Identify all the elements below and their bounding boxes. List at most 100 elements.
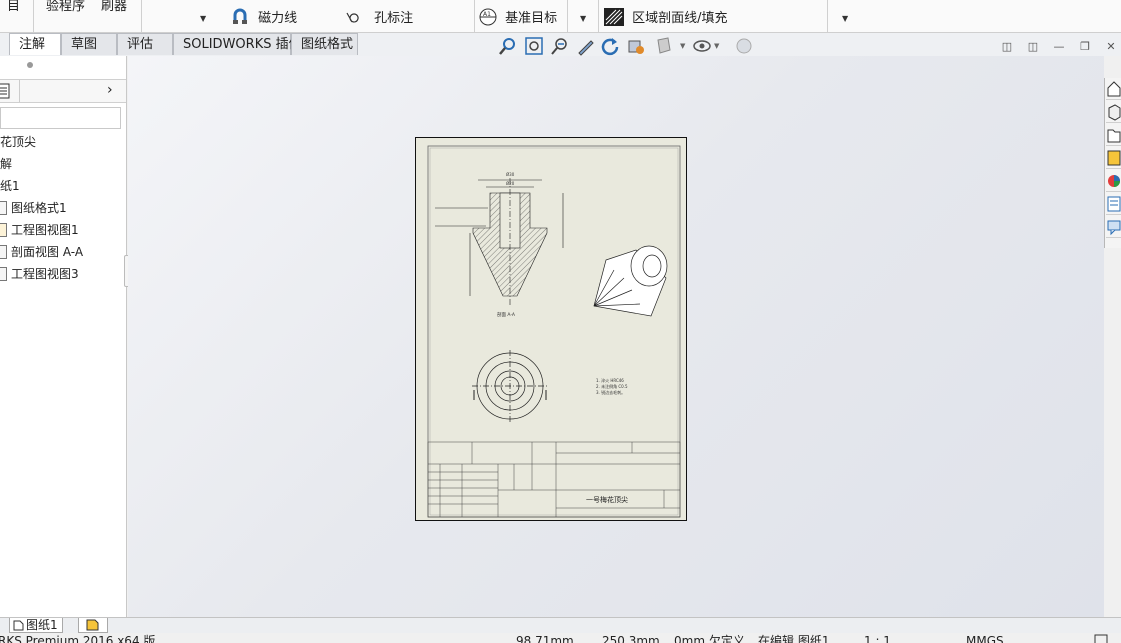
previous-view-icon[interactable] [550,36,570,56]
editing-status: 在编辑 图纸1 [758,634,830,643]
chevron-down-icon[interactable]: ▼ [200,14,206,23]
command-ribbon: 目 验程序 刷器 ▼ 磁力线 孔标注 A1 基准目标 ▼ 区域剖面线/填充 ▼ [0,0,1121,33]
ribbon-separator [141,0,142,32]
section-view-icon [0,245,7,259]
tree-item-drawing-view1[interactable]: 工程图视图1 [0,220,79,240]
datum-target-icon: A1 [479,8,497,26]
sheet-icon [13,620,24,631]
quick-tips-icon[interactable] [1094,634,1108,643]
product-version-text: RKS Premium 2016 x64 版 [0,634,156,643]
minimize-icon[interactable]: — [1052,40,1066,54]
svg-text:A1: A1 [483,11,491,18]
tab-sketch[interactable]: 草图 [61,33,117,55]
pencil-sketch-icon[interactable] [576,36,596,56]
feature-manager-pane: › 花顶尖 解 纸1 图纸格式1 工程图视图1 剖面视图 A-A 工程图视图3 [0,56,127,617]
file-explorer-icon[interactable] [1106,124,1121,146]
tab-evaluate[interactable]: 评估 [117,33,173,55]
tree-item-annotations[interactable]: 解 [0,154,12,174]
area-hatch-label: 区域剖面线/填充 [632,11,728,26]
tree-item-label: 纸1 [0,179,20,193]
tree-item-label: 工程图视图3 [11,267,79,281]
add-sheet-icon [86,619,99,631]
appearances-icon[interactable] [1106,170,1121,192]
home-icon[interactable] [1106,78,1121,100]
rotate-view-icon[interactable] [600,36,620,56]
magnet-line-button[interactable]: 磁力线 [232,7,297,26]
chevron-down-icon[interactable]: ▼ [842,14,848,23]
hide-show-items-icon[interactable] [692,36,712,56]
z-coordinate-status: 0mm 欠定义 [674,634,745,643]
sheet-scale[interactable]: 1 : 1 [864,635,891,643]
chevron-down-icon[interactable]: ▼ [580,14,586,23]
sheet-tabs-bar: 图纸1 [0,617,1121,633]
chevron-right-icon[interactable]: › [107,82,113,98]
tab-sheet-format[interactable]: 图纸格式 [291,33,358,55]
task-pane [1104,78,1121,248]
display-style-icon[interactable] [654,36,674,56]
ribbon-separator [33,0,34,32]
hole-callout-button[interactable]: 孔标注 [346,7,413,26]
area-hatch-icon [604,8,624,26]
restore-icon[interactable]: ❐ [1078,40,1092,54]
feature-tree-tab-icon[interactable] [0,83,10,99]
pane-grip-dot[interactable] [27,62,33,68]
tree-item-sheet1[interactable]: 纸1 [0,176,20,196]
note-line: 1. 淬火 HRC46 [596,377,624,383]
drawing-view-icon [0,223,7,237]
magnet-line-label: 磁力线 [258,11,298,26]
area-hatch-button[interactable]: 区域剖面线/填充 [604,7,728,26]
view-palette-icon[interactable] [1106,147,1121,169]
drawing-sheet[interactable]: Ø30 Ø20 剖面 A-A 1. 淬火 HRC46 2. 未注倒角 C0.5 … [415,137,687,521]
tile-right-icon[interactable]: ◫ [1026,40,1040,54]
svg-text:Ø30: Ø30 [506,172,515,177]
datum-target-button[interactable]: A1 基准目标 [479,7,557,26]
feature-manager-tabs: › [0,79,126,103]
sheet-tab-label: 图纸1 [26,618,58,632]
svg-text:Ø20: Ø20 [506,181,515,186]
drawing-sheet-content: Ø30 Ø20 剖面 A-A 1. 淬火 HRC46 2. 未注倒角 C0.5 … [416,138,686,520]
hole-callout-icon [346,12,359,23]
chevron-down-icon[interactable]: ▼ [680,42,685,50]
sheet-format-icon [0,201,7,215]
sheet-tab-sheet1[interactable]: 图纸1 [9,618,63,633]
note-line: 2. 未注倒角 C0.5 [596,383,628,389]
status-bar: RKS Premium 2016 x64 版 98.71mm 250.3mm 0… [0,633,1121,643]
x-coordinate: 98.71mm [516,634,574,643]
ribbon-separator [598,0,599,32]
ribbon-separator [474,0,475,32]
tree-item-drawing-view3[interactable]: 工程图视图3 [0,264,79,284]
unit-system[interactable]: MMGS [966,635,1004,643]
section-view-icon[interactable] [626,36,646,56]
graphics-area[interactable]: Ø30 Ø20 剖面 A-A 1. 淬火 HRC46 2. 未注倒角 C0.5 … [128,56,1104,617]
close-icon[interactable]: ✕ [1104,40,1118,54]
tile-left-icon[interactable]: ◫ [1000,40,1014,54]
magnet-icon [233,8,247,24]
ribbon-separator [567,0,568,32]
tab-divider [19,80,20,102]
tree-item-sheet-format1[interactable]: 图纸格式1 [0,198,67,218]
zoom-to-fit-icon[interactable] [498,36,518,56]
tree-filter-input[interactable] [0,107,121,129]
ribbon-partial-item[interactable]: 目 [7,0,20,14]
custom-properties-icon[interactable] [1106,193,1121,215]
section-label: 剖面 A-A [497,311,516,318]
tree-item-section-view-aa[interactable]: 剖面视图 A-A [0,242,83,262]
ribbon-separator [827,0,828,32]
tree-item-label: 解 [0,157,13,171]
verify-button[interactable]: 验程序 [46,0,85,14]
design-library-icon[interactable] [1106,101,1121,123]
tab-solidworks-addins[interactable]: SOLIDWORKS 插件 [173,33,302,55]
chevron-down-icon[interactable]: ▼ [714,42,719,50]
drawing-view-icon [0,267,7,281]
tab-annotation[interactable]: 注解 [9,33,61,55]
brush-button[interactable]: 刷器 [101,0,127,14]
add-sheet-button[interactable] [78,618,108,633]
title-block-part-name: 一号梅花顶尖 [586,495,628,504]
hole-callout-label: 孔标注 [374,11,414,26]
zoom-to-area-icon[interactable] [524,36,544,56]
datum-target-label: 基准目标 [505,11,558,26]
forum-icon[interactable] [1106,216,1121,238]
tree-item-label: 图纸格式1 [11,201,67,215]
tree-item-part[interactable]: 花顶尖 [0,132,36,152]
appearance-sphere-icon[interactable] [734,36,754,56]
